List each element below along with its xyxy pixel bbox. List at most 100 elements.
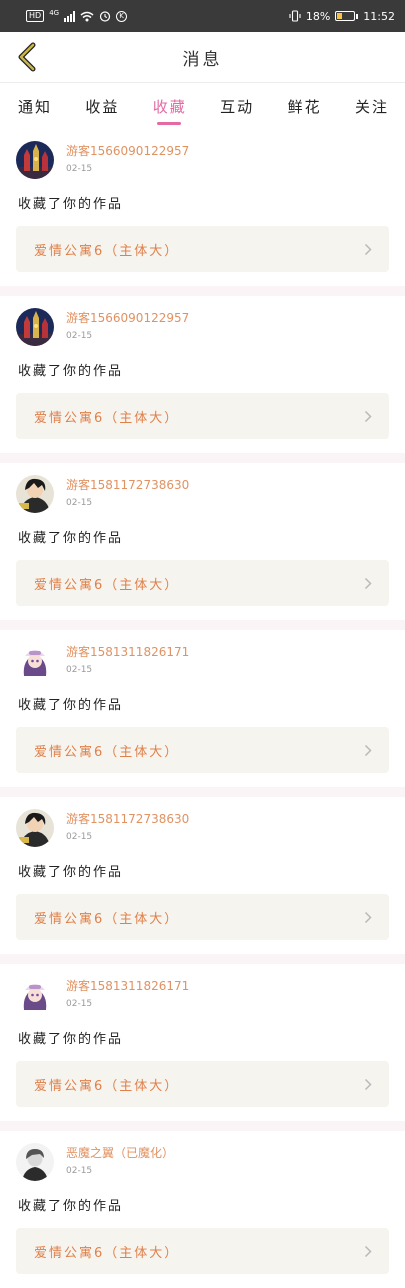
vibrate-icon <box>289 10 301 22</box>
item-separator <box>0 787 405 797</box>
clock: 11:52 <box>363 9 395 23</box>
message-text: 收藏了你的作品 <box>18 364 124 379</box>
username[interactable]: 恶魔之翼（已魔化） <box>66 1144 174 1161</box>
tab-flowers[interactable]: 鲜花 <box>288 83 322 129</box>
chevron-right-icon <box>363 242 373 256</box>
avatar[interactable] <box>16 308 54 346</box>
work-link[interactable]: 爱情公寓6（主体大） <box>16 894 389 940</box>
work-title: 爱情公寓6（主体大） <box>34 1078 180 1094</box>
battery-percent: 18% <box>305 9 331 23</box>
status-right: 18% 11:52 <box>289 10 395 23</box>
wifi-icon <box>80 11 94 21</box>
message-date: 02-15 <box>66 999 93 1009</box>
list-item: 恶魔之翼（已魔化） 02-15 收藏了你的作品 爱情公寓6（主体大） <box>0 1131 405 1288</box>
username[interactable]: 游客1581172738630 <box>66 476 189 493</box>
work-link[interactable]: 爱情公寓6（主体大） <box>16 226 389 272</box>
tab-favorites[interactable]: 收藏 <box>153 83 187 129</box>
list-item: 游客1566090122957 02-15 收藏了你的作品 爱情公寓6（主体大） <box>0 129 405 286</box>
list-item: 游客1581172738630 02-15 收藏了你的作品 爱情公寓6（主体大） <box>0 797 405 954</box>
item-header: 游客1566090122957 02-15 <box>16 306 389 346</box>
work-title: 爱情公寓6（主体大） <box>34 243 180 259</box>
username[interactable]: 游客1566090122957 <box>66 142 189 159</box>
hd-badge: HD <box>26 10 45 22</box>
chevron-right-icon <box>363 1077 373 1091</box>
list-item: 游客1581311826171 02-15 收藏了你的作品 爱情公寓6（主体大） <box>0 964 405 1121</box>
chevron-right-icon <box>363 1244 373 1258</box>
tab-earnings[interactable]: 收益 <box>85 83 119 129</box>
message-date: 02-15 <box>66 832 93 842</box>
chevron-left-icon <box>18 42 36 72</box>
work-title: 爱情公寓6（主体大） <box>34 1245 180 1261</box>
message-text: 收藏了你的作品 <box>18 531 124 546</box>
message-text: 收藏了你的作品 <box>18 1199 124 1214</box>
item-separator <box>0 286 405 296</box>
item-separator <box>0 620 405 630</box>
list-item: 游客1581311826171 02-15 收藏了你的作品 爱情公寓6（主体大） <box>0 630 405 787</box>
battery-icon <box>335 11 356 21</box>
item-header: 游客1581172738630 02-15 <box>16 807 389 847</box>
tab-interaction[interactable]: 互动 <box>220 83 254 129</box>
item-header: 恶魔之翼（已魔化） 02-15 <box>16 1141 389 1181</box>
work-link[interactable]: 爱情公寓6（主体大） <box>16 727 389 773</box>
list-item: 游客1566090122957 02-15 收藏了你的作品 爱情公寓6（主体大） <box>0 296 405 453</box>
back-button[interactable] <box>10 40 44 74</box>
message-text: 收藏了你的作品 <box>18 865 124 880</box>
k-icon: K <box>116 10 128 22</box>
avatar[interactable] <box>16 1143 54 1181</box>
work-title: 爱情公寓6（主体大） <box>34 911 180 927</box>
work-title: 爱情公寓6（主体大） <box>34 744 180 760</box>
item-meta: 游客1566090122957 02-15 <box>66 309 189 341</box>
tab-bar: 通知 收益 收藏 互动 鲜花 关注 <box>0 83 405 129</box>
item-meta: 游客1581311826171 02-15 <box>66 643 189 675</box>
network-label: 4G <box>49 9 60 17</box>
tab-notice[interactable]: 通知 <box>18 83 52 129</box>
item-header: 游客1566090122957 02-15 <box>16 139 389 179</box>
item-meta: 游客1581311826171 02-15 <box>66 977 189 1009</box>
alarm-icon <box>99 11 111 22</box>
work-link[interactable]: 爱情公寓6（主体大） <box>16 393 389 439</box>
avatar[interactable] <box>16 642 54 680</box>
status-bar: HD 4G K 18% 11:52 <box>0 0 405 32</box>
username[interactable]: 游客1581311826171 <box>66 643 189 660</box>
chevron-right-icon <box>363 743 373 757</box>
avatar[interactable] <box>16 976 54 1014</box>
work-link[interactable]: 爱情公寓6（主体大） <box>16 1228 389 1274</box>
message-text: 收藏了你的作品 <box>18 698 124 713</box>
avatar[interactable] <box>16 141 54 179</box>
avatar[interactable] <box>16 809 54 847</box>
message-date: 02-15 <box>66 665 93 675</box>
nav-bar: 消息 <box>0 32 405 83</box>
signal-icon <box>64 10 76 22</box>
work-title: 爱情公寓6（主体大） <box>34 577 180 593</box>
item-meta: 游客1581172738630 02-15 <box>66 476 189 508</box>
username[interactable]: 游客1566090122957 <box>66 309 189 326</box>
avatar[interactable] <box>16 475 54 513</box>
chevron-right-icon <box>363 576 373 590</box>
item-separator <box>0 453 405 463</box>
work-link[interactable]: 爱情公寓6（主体大） <box>16 1061 389 1107</box>
battery-tip <box>356 13 359 19</box>
item-header: 游客1581172738630 02-15 <box>16 473 389 513</box>
page-title: 消息 <box>182 49 223 70</box>
list-item: 游客1581172738630 02-15 收藏了你的作品 爱情公寓6（主体大） <box>0 463 405 620</box>
username[interactable]: 游客1581311826171 <box>66 977 189 994</box>
item-meta: 恶魔之翼（已魔化） 02-15 <box>66 1144 174 1176</box>
item-separator <box>0 1121 405 1131</box>
item-meta: 游客1566090122957 02-15 <box>66 142 189 174</box>
item-header: 游客1581311826171 02-15 <box>16 974 389 1014</box>
message-date: 02-15 <box>66 164 93 174</box>
tab-follow[interactable]: 关注 <box>355 83 389 129</box>
message-date: 02-15 <box>66 331 93 341</box>
item-header: 游客1581311826171 02-15 <box>16 640 389 680</box>
item-separator <box>0 954 405 964</box>
message-list: 游客1566090122957 02-15 收藏了你的作品 爱情公寓6（主体大）… <box>0 129 405 1288</box>
message-text: 收藏了你的作品 <box>18 197 124 212</box>
chevron-right-icon <box>363 409 373 423</box>
work-link[interactable]: 爱情公寓6（主体大） <box>16 560 389 606</box>
item-meta: 游客1581172738630 02-15 <box>66 810 189 842</box>
work-title: 爱情公寓6（主体大） <box>34 410 180 426</box>
status-left: HD 4G K <box>26 9 128 22</box>
chevron-right-icon <box>363 910 373 924</box>
username[interactable]: 游客1581172738630 <box>66 810 189 827</box>
message-date: 02-15 <box>66 498 93 508</box>
